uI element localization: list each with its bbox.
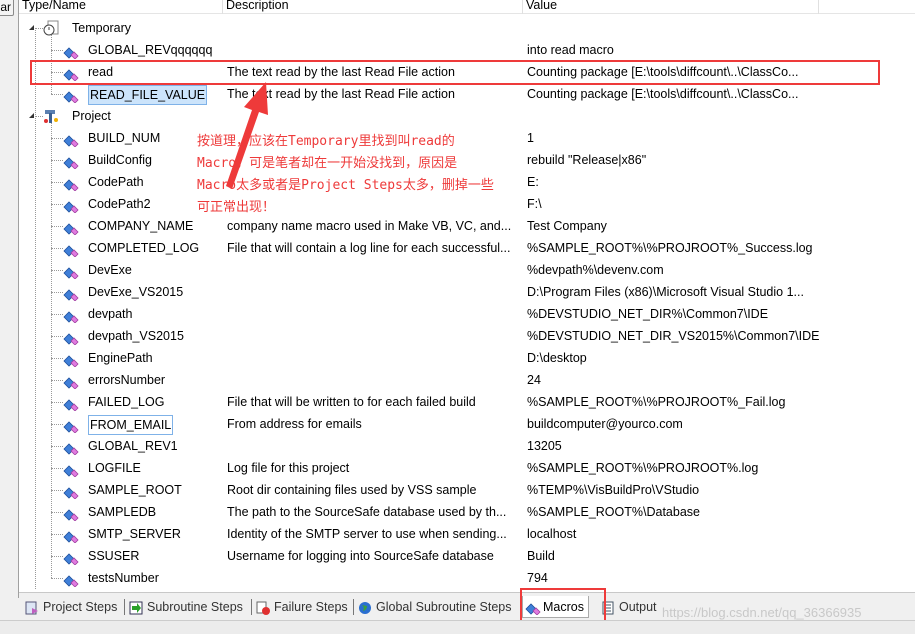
- project-steps-icon: [25, 600, 39, 615]
- globe-icon: [358, 600, 372, 614]
- watermark: https://blog.csdn.net/qq_36366935: [662, 605, 862, 620]
- tab-label: Subroutine Steps: [147, 600, 243, 614]
- tab-label: Global Subroutine Steps: [376, 600, 512, 614]
- subroutine-steps-icon: [129, 600, 143, 615]
- tab-global-subroutine-steps[interactable]: Global Subroutine Steps: [356, 596, 512, 618]
- tab-output[interactable]: Output: [599, 596, 657, 618]
- tab-separator: [124, 599, 125, 615]
- tab-label: Project Steps: [43, 600, 118, 614]
- tab-label: Output: [619, 600, 657, 614]
- tab-separator: [353, 599, 354, 615]
- tab-failure-steps[interactable]: Failure Steps: [254, 596, 348, 618]
- tab-subroutine-steps[interactable]: Subroutine Steps: [127, 596, 243, 618]
- failure-steps-icon: [256, 600, 270, 615]
- status-area: [0, 620, 915, 634]
- tab-project-steps[interactable]: Project Steps: [23, 596, 117, 618]
- annotation-arrow-icon: [226, 82, 268, 189]
- tab-separator: [251, 599, 252, 615]
- tab-label: Failure Steps: [274, 600, 348, 614]
